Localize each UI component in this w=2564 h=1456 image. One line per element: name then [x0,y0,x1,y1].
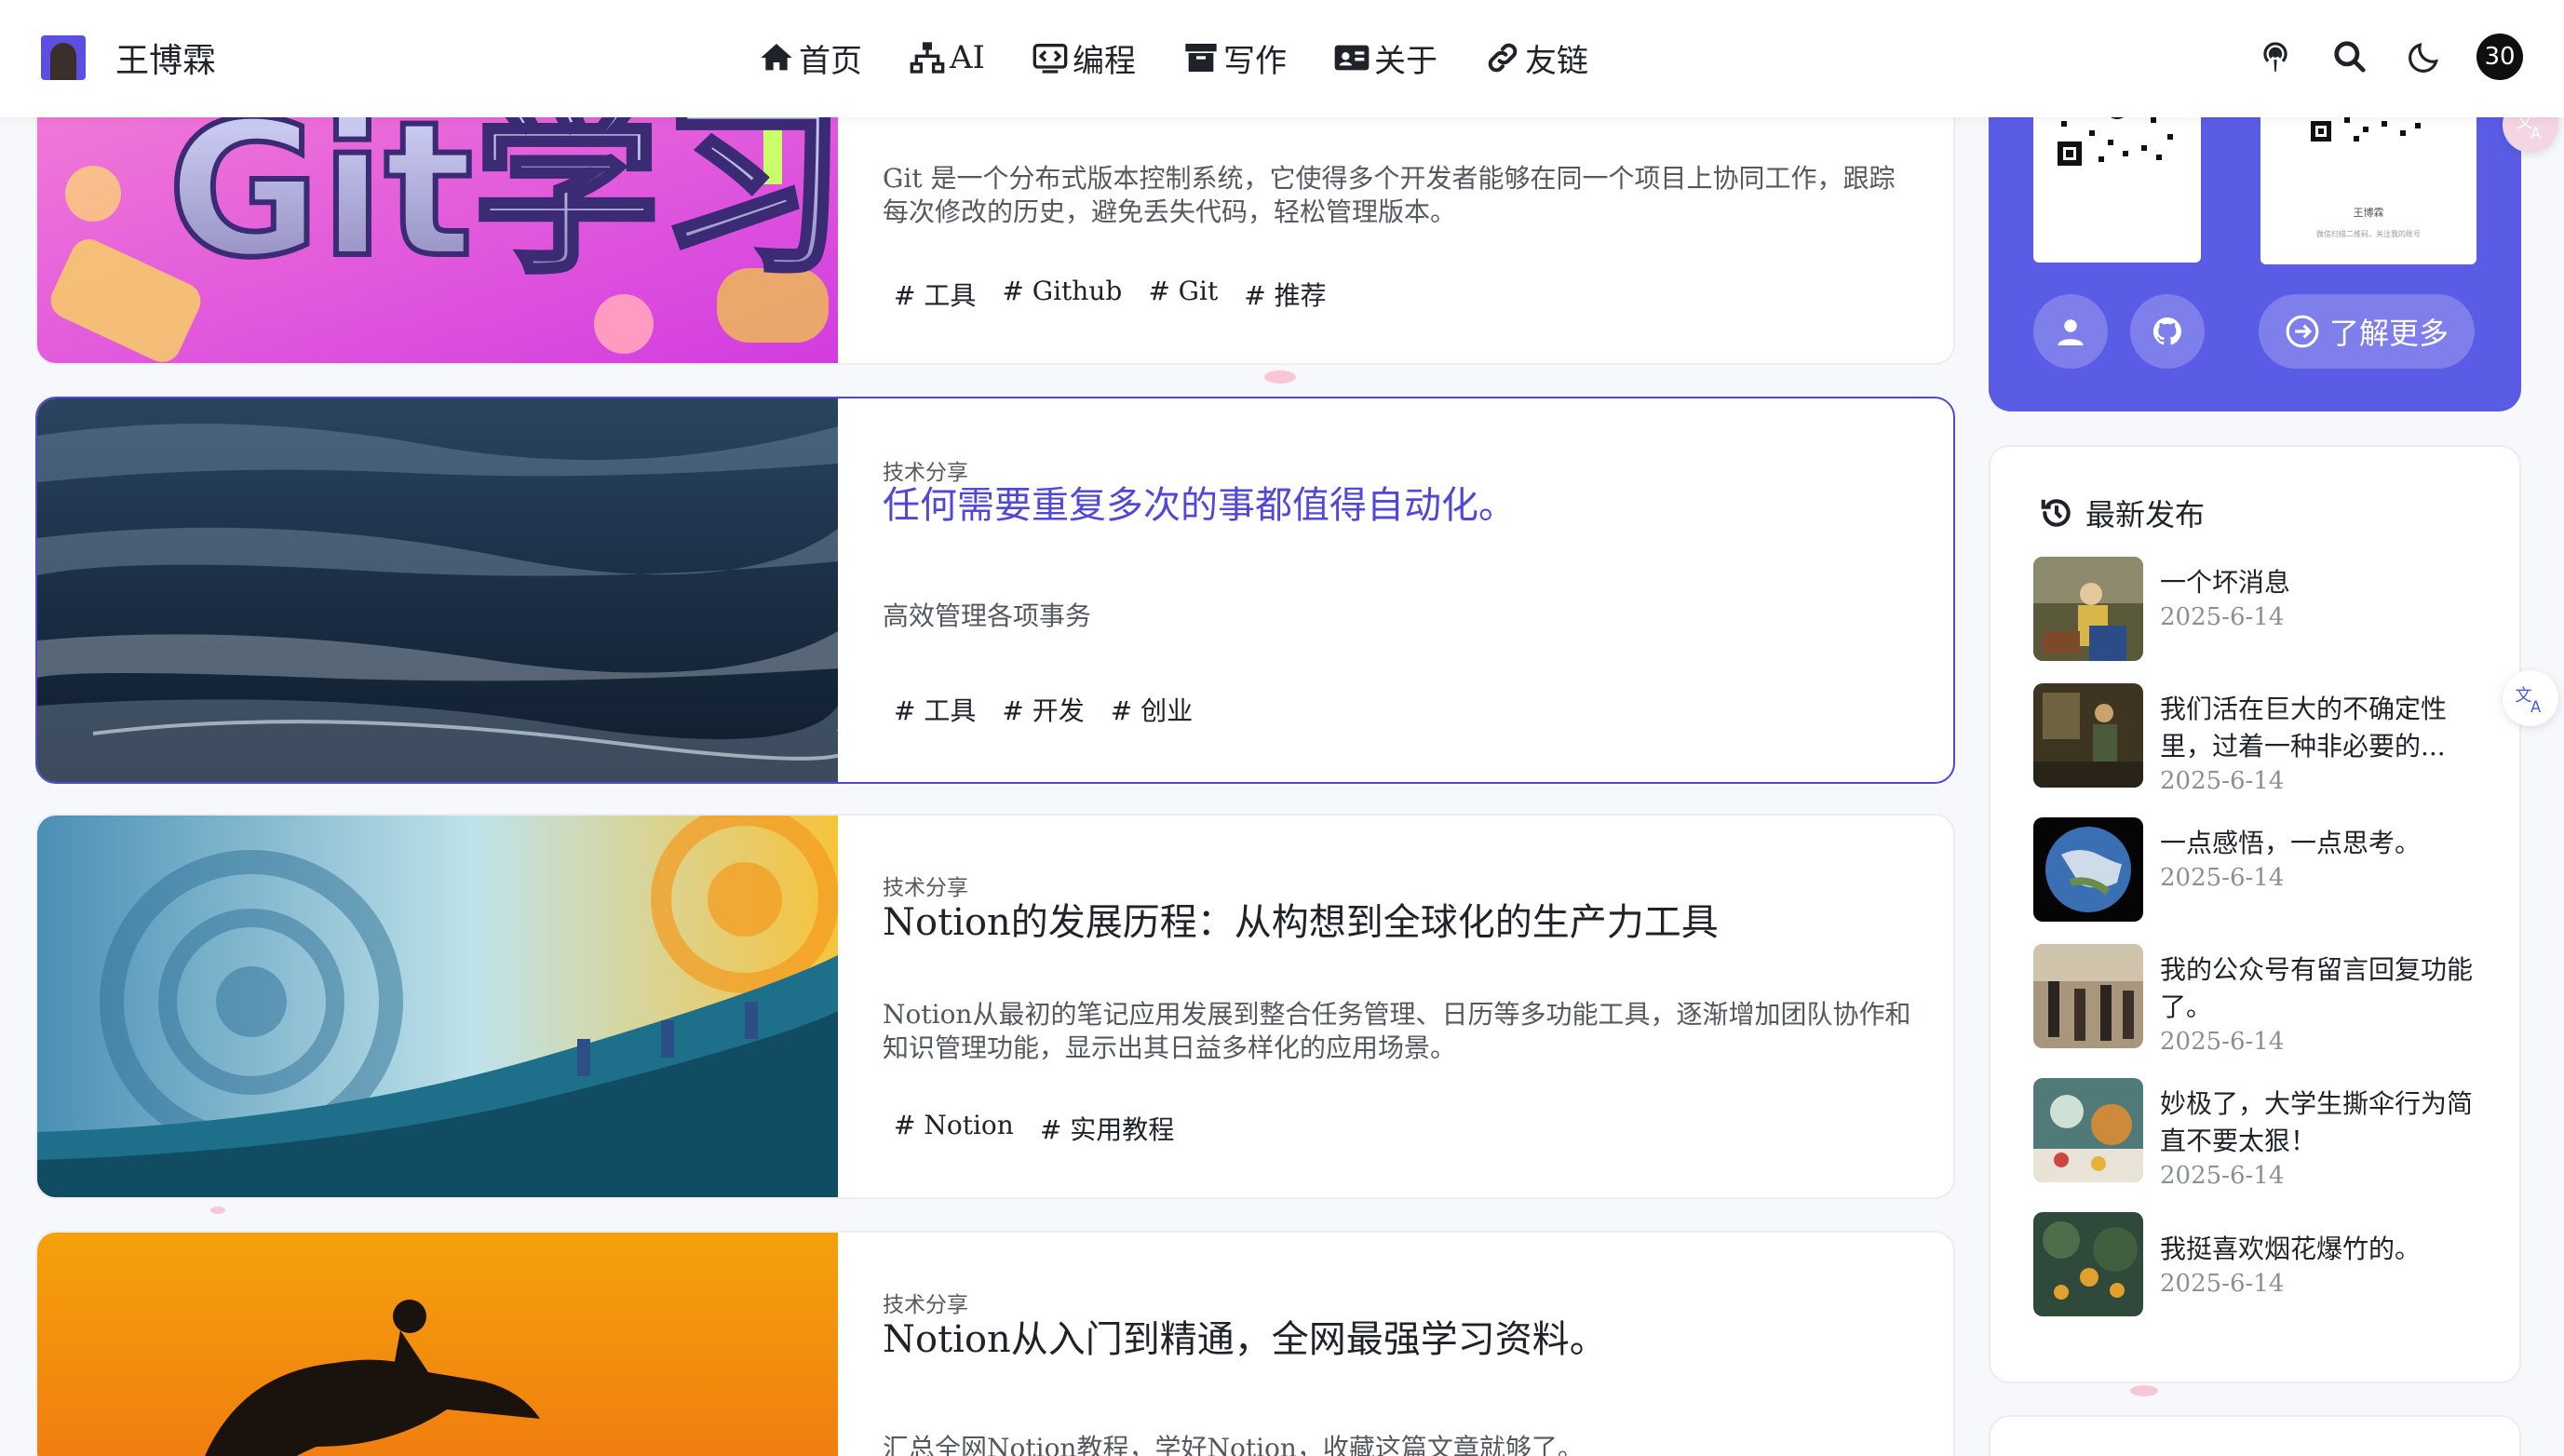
post-card[interactable]: 技术分享 任何需要重复多次的事都值得自动化。 高效管理各项事务 # 工具 # 开… [35,397,1955,784]
link-icon [1488,43,1518,73]
learn-more-button[interactable]: 了解更多 [2259,294,2475,369]
dark-mode-toggle[interactable] [2402,34,2447,79]
tag-link[interactable]: # 工具 [894,691,976,728]
top-header: 王博霖 首页 AI 编程 写作 关于 友链 30 [0,0,2564,117]
count-badge[interactable]: 30 [2476,34,2523,80]
post-card[interactable]: Git学习 Git 是一个分布式版本控制系统，它使得多个开发者能够在同一个项目上… [35,89,1955,365]
profile-github-button[interactable] [2130,294,2205,369]
tag-link[interactable]: # Git [1148,276,1218,313]
translate-icon: 文A [2516,686,2543,715]
svg-text:A: A [2530,698,2542,715]
home-icon [761,44,792,71]
nav-item-ai[interactable]: AI [909,39,985,76]
recent-post-thumbnail[interactable] [2033,557,2143,661]
nav-item-writing[interactable]: 写作 [1182,35,1287,81]
falling-petal [210,1207,225,1214]
recent-post-title[interactable]: 我的公众号有留言回复功能了。 [2160,951,2476,1026]
recent-post-title[interactable]: 我们活在巨大的不确定性里，过着一种非必要的... [2160,691,2476,765]
recent-post-thumbnail[interactable] [2033,944,2143,1048]
post-thumbnail[interactable] [37,398,838,782]
recent-post-date: 2025-6-14 [2160,864,2285,892]
post-title[interactable]: Notion的发展历程：从构想到全球化的生产力工具 [883,892,1719,946]
sitemap-icon [910,42,945,74]
nav-item-programming[interactable]: 编程 [1032,35,1136,81]
recent-post-date: 2025-6-14 [2160,1028,2285,1056]
podcast-button[interactable] [2253,34,2298,79]
recent-post-thumbnail[interactable] [2033,1212,2143,1316]
tag-link[interactable]: # 开发 [1002,691,1084,728]
nav-item-about[interactable]: 关于 [1333,35,1437,81]
recent-post-thumbnail[interactable] [2033,1078,2143,1182]
post-tags: # Notion # 实用教程 [894,1110,1174,1147]
post-description: Notion从最初的笔记应用发展到整合任务管理、日历等多功能工具，逐渐增加团队协… [883,999,1911,1063]
recent-post-date: 2025-6-14 [2160,1270,2285,1298]
svg-text:A: A [2530,125,2542,142]
nav-item-home[interactable]: 首页 [758,35,862,81]
qr-right-subcaption: 微信扫描二维码，关注我的账号 [2316,230,2421,238]
post-card[interactable]: 技术分享 Notion的发展历程：从构想到全球化的生产力工具 Notion从最初… [35,814,1955,1199]
post-title[interactable]: Notion从入门到精通，全网最强学习资料。 [883,1309,1607,1363]
moon-icon [2409,43,2438,73]
post-thumbnail[interactable] [37,1233,838,1456]
falling-petal [2130,1385,2158,1396]
recent-post-title[interactable]: 我挺喜欢烟花爆竹的。 [2160,1231,2476,1268]
search-icon [2334,41,2366,73]
tag-link[interactable]: # 创业 [1111,691,1193,728]
site-logo[interactable] [41,35,86,80]
post-tags: # 工具 # 开发 # 创业 [894,691,1193,728]
code-icon [1032,44,1068,74]
recent-post-date: 2025-6-14 [2160,767,2285,795]
tag-link[interactable]: # Notion [894,1110,1014,1147]
user-icon [2058,319,2084,345]
id-card-icon [1334,45,1370,71]
profile-user-button[interactable] [2033,294,2108,369]
post-description: 汇总全网Notion教程，学好Notion，收藏这篇文章就够了。 [883,1433,1584,1456]
archive-icon [1185,44,1217,72]
post-thumbnail[interactable]: Git学习 [37,91,838,363]
github-icon [2152,317,2181,345]
tag-link[interactable]: # 工具 [894,276,976,313]
recent-post-thumbnail[interactable] [2033,817,2143,922]
post-title[interactable]: 任何需要重复多次的事都值得自动化。 [883,475,1516,529]
post-tags: # 工具 # Github # Git # 推荐 [894,276,1327,313]
nav-item-friends[interactable]: 友链 [1484,35,1588,81]
post-description: Git 是一个分布式版本控制系统，它使得多个开发者能够在同一个项目上协同工作，跟… [883,163,1896,227]
svg-text:文: 文 [2516,686,2532,706]
sidebar-next-panel [1989,1415,2521,1456]
post-description: 高效管理各项事务 [883,600,1092,631]
translate-button[interactable]: 文A [2503,670,2558,726]
thumbnail-text: Git学习 [168,91,838,299]
main-nav: 首页 AI 编程 写作 关于 友链 [758,30,1635,86]
tag-link[interactable]: # 推荐 [1244,276,1326,313]
qr-right-caption: 王博霖 [2353,207,2384,219]
tag-link[interactable]: # Github [1002,276,1122,313]
site-name[interactable]: 王博霖 [115,34,216,82]
recent-post-thumbnail[interactable] [2033,683,2143,788]
header-actions: 30 [2223,34,2523,80]
recent-post-date: 2025-6-14 [2160,603,2285,631]
tag-link[interactable]: # 实用教程 [1040,1110,1174,1147]
recent-post-title[interactable]: 一个坏消息 [2160,564,2476,601]
recent-posts-panel: 最新发布 一个坏消息 2025-6-14 我们活在巨大的不确定性里，过着一种非必… [1989,445,2521,1383]
recent-post-title[interactable]: 妙极了，大学生撕伞行为简直不要太狠！ [2160,1085,2476,1160]
recent-post-title[interactable]: 一点感悟，一点思考。 [2160,825,2476,862]
arrow-circle-right-icon [2286,315,2319,348]
podcast-icon [2263,42,2287,72]
recent-posts-heading: 最新发布 [2039,492,2205,534]
post-card[interactable]: 技术分享 Notion从入门到精通，全网最强学习资料。 汇总全网Notion教程… [35,1231,1955,1456]
falling-petal [1264,371,1296,384]
history-icon [2041,499,2071,527]
recent-post-date: 2025-6-14 [2160,1162,2285,1190]
search-button[interactable] [2328,34,2372,79]
post-thumbnail[interactable] [37,816,838,1197]
